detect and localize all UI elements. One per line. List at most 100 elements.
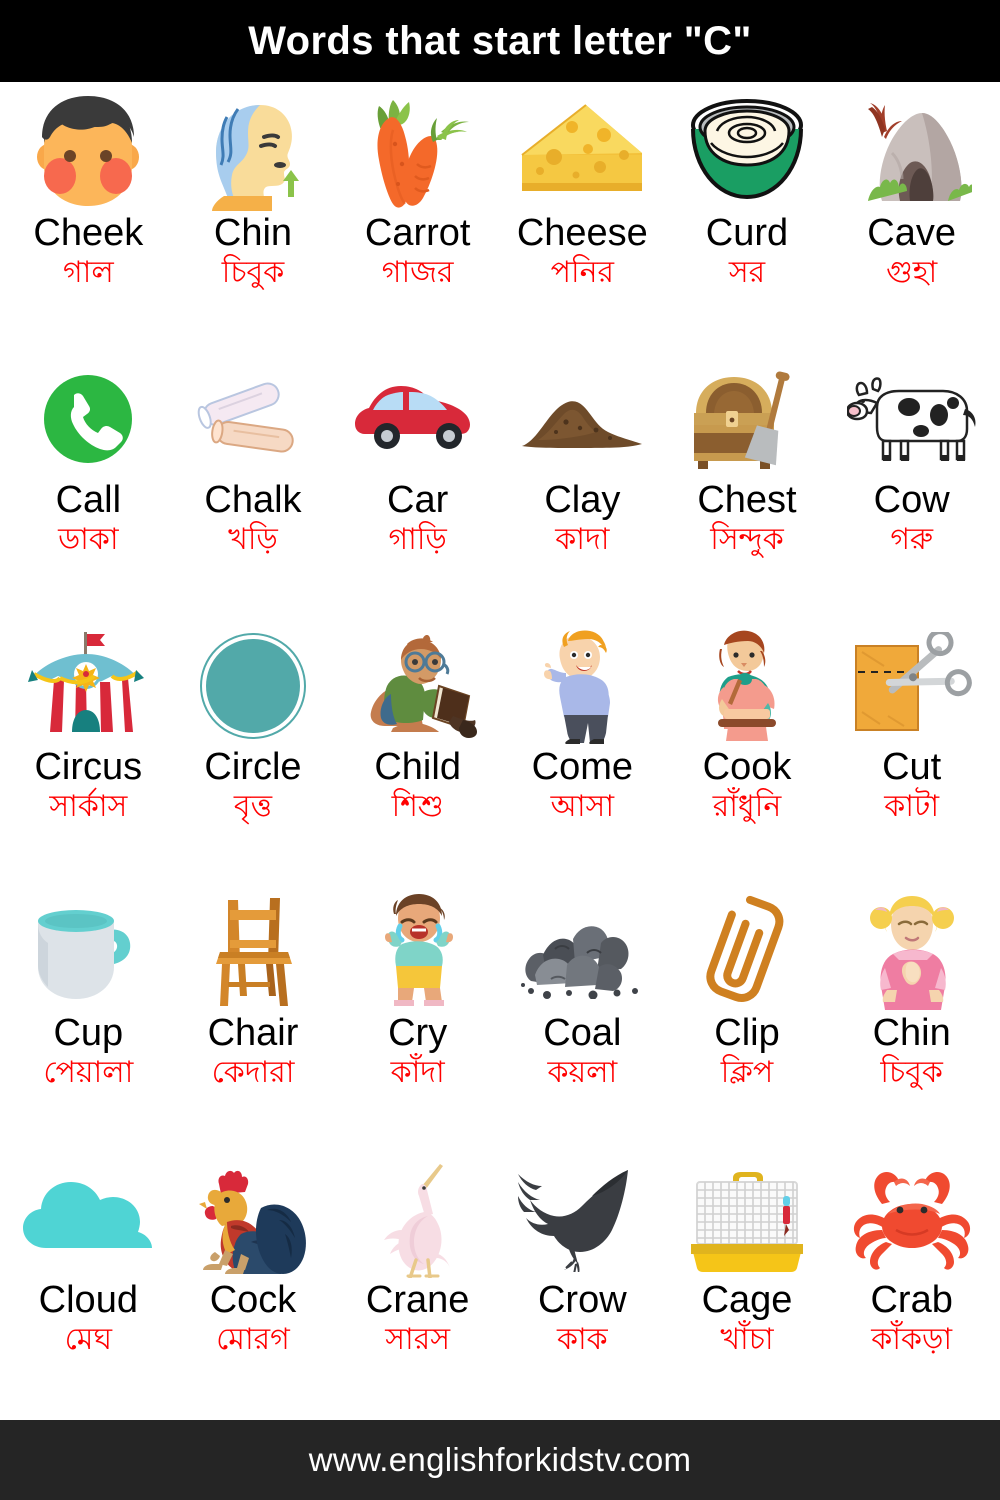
- phone-call-icon: [13, 359, 163, 479]
- word-english: Cup: [53, 1012, 124, 1055]
- word-bengali: রাঁধুনি: [712, 789, 782, 823]
- word-bengali: চিবুক: [880, 1056, 943, 1090]
- word-cell: Cheese পনির: [500, 86, 665, 353]
- word-bengali: গাড়ি: [388, 522, 447, 556]
- word-english: Cloud: [38, 1279, 138, 1322]
- word-grid: Cheek গাল Chin চিবুক Carrot গাজর Cheese …: [0, 82, 1000, 1420]
- word-bengali: খড়ি: [228, 522, 278, 556]
- word-cell: Cave গুহা: [829, 86, 994, 353]
- word-english: Curd: [705, 212, 789, 254]
- clay-mound-icon: [507, 359, 657, 479]
- word-cell: Cry কাঁদা: [335, 886, 500, 1153]
- word-bengali: ক্লিপ: [720, 1056, 774, 1090]
- word-bengali: সারস: [385, 1323, 451, 1357]
- word-bengali: মেঘ: [64, 1323, 113, 1357]
- crane-bird-icon: [343, 1159, 493, 1279]
- word-bengali: সর: [728, 256, 766, 289]
- child-reading-icon: [343, 626, 493, 746]
- word-english: Chair: [207, 1012, 299, 1055]
- word-bengali: কেদারা: [211, 1056, 295, 1090]
- poster-root: Words that start letter "C" Cheek গাল Ch…: [0, 0, 1000, 1500]
- word-english: Cave: [867, 212, 957, 254]
- word-english: Car: [387, 478, 449, 521]
- word-cell: Coal কয়লা: [500, 886, 665, 1153]
- word-cell: Cock মোরগ: [171, 1153, 336, 1420]
- word-english: Cheek: [33, 212, 144, 254]
- mug-cup-icon: [13, 892, 163, 1012]
- word-english: Call: [55, 478, 122, 521]
- word-bengali: ডাকা: [58, 522, 119, 556]
- word-english: Carrot: [364, 212, 471, 254]
- word-bengali: কাদা: [555, 522, 610, 556]
- crab-icon: [837, 1159, 987, 1279]
- page-title: Words that start letter "C": [248, 18, 752, 63]
- word-cell: Curd সর: [665, 86, 830, 353]
- poster-header: Words that start letter "C": [0, 0, 1000, 82]
- word-english: Crow: [537, 1279, 627, 1322]
- face-cheek-icon: [13, 92, 163, 212]
- word-english: Cock: [209, 1279, 297, 1322]
- word-bengali: পেয়ালা: [43, 1056, 134, 1090]
- birdcage-icon: [672, 1159, 822, 1279]
- word-english: Cow: [873, 478, 950, 521]
- word-cell: Crow কাক: [500, 1153, 665, 1420]
- word-bengali: গরু: [890, 522, 933, 556]
- word-english: Cheese: [516, 212, 648, 254]
- word-english: Circle: [204, 745, 302, 788]
- word-bengali: সার্কাস: [49, 789, 128, 823]
- word-bengali: গাজর: [381, 256, 454, 289]
- rooster-icon: [178, 1159, 328, 1279]
- cheese-wedge-icon: [507, 92, 657, 212]
- word-cell: Chin চিবুক: [829, 886, 994, 1153]
- word-cell: Cage খাঁচা: [665, 1153, 830, 1420]
- word-bengali: বৃত্ত: [233, 789, 273, 823]
- word-cell: Cut কাটা: [829, 620, 994, 887]
- word-english: Chest: [697, 478, 797, 521]
- word-english: Come: [531, 745, 634, 788]
- word-cell: Cloud মেঘ: [6, 1153, 171, 1420]
- circus-tent-icon: [13, 626, 163, 746]
- word-bengali: চিবুক: [221, 256, 285, 289]
- treasure-chest-icon: [672, 359, 822, 479]
- word-cell: Cheek গাল: [6, 86, 171, 353]
- word-bengali: কাটা: [884, 789, 940, 823]
- word-english: Cage: [701, 1279, 793, 1322]
- word-cell: Circus সার্কাস: [6, 620, 171, 887]
- word-cell: Cook রাঁধুনি: [665, 620, 830, 887]
- word-cell: Cup পেয়ালা: [6, 886, 171, 1153]
- curd-bowl-icon: [672, 92, 822, 212]
- word-bengali: সিন্দুক: [710, 522, 784, 556]
- website-url: www.englishforkidstv.com: [308, 1441, 692, 1478]
- cook-woman-icon: [672, 626, 822, 746]
- cloud-icon: [13, 1159, 163, 1279]
- word-english: Coal: [543, 1012, 622, 1055]
- chalk-sticks-icon: [178, 359, 328, 479]
- wooden-chair-icon: [178, 892, 328, 1012]
- word-cell: Crane সারস: [335, 1153, 500, 1420]
- word-cell: Chin চিবুক: [171, 86, 336, 353]
- carrot-icon: [343, 92, 493, 212]
- word-bengali: গুহা: [886, 256, 938, 289]
- word-english: Chin: [213, 212, 293, 254]
- paper-clip-icon: [672, 892, 822, 1012]
- crow-icon: [507, 1159, 657, 1279]
- head-profile-chin-icon: [178, 92, 328, 212]
- word-cell: Circle বৃত্ত: [171, 620, 336, 887]
- word-bengali: পনির: [550, 256, 614, 289]
- word-bengali: কাঁদা: [390, 1056, 445, 1090]
- word-bengali: শিশু: [391, 789, 444, 823]
- word-english: Clay: [544, 478, 621, 521]
- word-english: Clip: [714, 1012, 780, 1055]
- word-bengali: আসা: [550, 789, 615, 823]
- word-cell: Child শিশু: [335, 620, 500, 887]
- word-cell: Chest সিন্দুক: [665, 353, 830, 620]
- poster-footer: www.englishforkidstv.com: [0, 1420, 1000, 1500]
- coal-rocks-icon: [507, 892, 657, 1012]
- word-english: Chin: [872, 1012, 951, 1055]
- boy-waving-icon: [507, 626, 657, 746]
- word-cell: Come আসা: [500, 620, 665, 887]
- cave-icon: [837, 92, 987, 212]
- word-bengali: কয়লা: [547, 1056, 618, 1090]
- girl-chin-icon: [837, 892, 987, 1012]
- word-english: Cut: [882, 745, 942, 788]
